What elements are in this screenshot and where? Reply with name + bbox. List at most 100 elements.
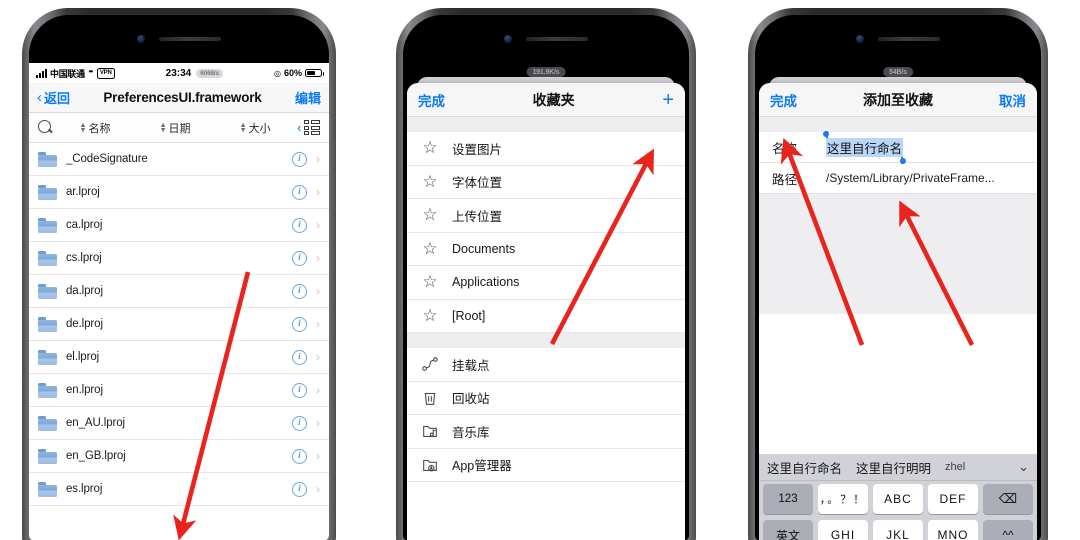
chevron-right-icon[interactable]: ›: [316, 416, 320, 430]
info-icon[interactable]: i: [292, 283, 307, 299]
keyboard-key-⌫[interactable]: ⌫: [983, 484, 1033, 514]
keyboard-key-，。？！[interactable]: ，。？！: [818, 484, 868, 514]
list-item[interactable]: ☆ 设置图片: [407, 132, 685, 166]
table-row[interactable]: da.lproj i ›: [29, 275, 329, 308]
keyboard-key-^^[interactable]: ^^: [983, 520, 1033, 540]
keyboard-rows[interactable]: 123，。？！ABCDEF⌫英文GHIJKLMNO^^拼音PQRSTUVWXYZ: [759, 481, 1037, 540]
info-icon[interactable]: i: [292, 349, 307, 365]
info-icon[interactable]: i: [292, 316, 307, 332]
list-item[interactable]: ☆ Documents: [407, 232, 685, 266]
list-item[interactable]: ☆ 字体位置: [407, 165, 685, 199]
view-mode-toggle[interactable]: ‹: [297, 120, 320, 135]
table-row[interactable]: el.lproj i ›: [29, 341, 329, 374]
chevron-right-icon[interactable]: ›: [316, 218, 320, 232]
info-icon[interactable]: i: [292, 415, 307, 431]
sort-arrows-icon: ▲ ▼: [159, 121, 167, 134]
favorites-list[interactable]: ☆ 设置图片 ☆ 字体位置 ☆ 上传位置 ☆ Documents ☆ Applications ☆ […: [407, 132, 685, 333]
candidate-item[interactable]: 这里自行明明: [856, 458, 931, 477]
phone-3-top-bezel: [755, 15, 1041, 63]
info-icon[interactable]: i: [292, 250, 307, 266]
back-button[interactable]: ‹ 返回: [37, 88, 70, 107]
chevron-left-icon: ‹: [37, 89, 42, 106]
keyboard-row: 123，。？！ ABC DEF ⌫: [759, 481, 1037, 517]
info-icon[interactable]: i: [292, 448, 307, 464]
back-button-label: 返回: [44, 91, 71, 106]
edit-button[interactable]: 编辑: [295, 88, 321, 107]
keyboard-key-JKL[interactable]: JKL: [873, 520, 923, 540]
list-item[interactable]: 回收站: [407, 381, 685, 415]
sort-by-size-button[interactable]: ▲ ▼ 大小: [217, 120, 293, 136]
phone-3-screen-area: 54B/s 完成 添加至收藏 取消 名称 这里自行命名 路径 /System/L…: [755, 15, 1041, 540]
music-folder-icon: [421, 422, 439, 440]
list-item[interactable]: ☆ 上传位置: [407, 199, 685, 233]
chevron-right-icon[interactable]: ›: [316, 152, 320, 166]
file-name-label: es.lproj: [66, 483, 103, 495]
chevron-right-icon[interactable]: ›: [316, 482, 320, 496]
info-icon[interactable]: i: [292, 184, 307, 200]
info-icon[interactable]: i: [292, 151, 307, 167]
selection-handle-start[interactable]: [823, 130, 829, 137]
info-icon[interactable]: i: [292, 481, 307, 497]
list-item[interactable]: ☆ [Root]: [407, 299, 685, 333]
path-field-row[interactable]: 路径 /System/Library/PrivateFrame...: [759, 163, 1037, 194]
list-item[interactable]: ☆ Applications: [407, 266, 685, 300]
chevron-right-icon[interactable]: ›: [316, 317, 320, 331]
section-gap: [407, 333, 685, 348]
file-name-label: ar.lproj: [66, 186, 100, 198]
list-item[interactable]: 音乐库: [407, 415, 685, 449]
battery-icon: [305, 68, 324, 78]
chevron-right-icon[interactable]: ›: [316, 284, 320, 298]
chevron-left-icon: ‹: [297, 120, 302, 135]
table-row[interactable]: ar.lproj i ›: [29, 176, 329, 209]
phone-2-screen-area: 191.9K/s 完成 收藏夹 + ☆ 设置图片 ☆ 字体位置 ☆ 上传位置 ☆ Docume…: [403, 15, 689, 540]
keyboard-key-ABC[interactable]: ABC: [873, 484, 923, 514]
file-name-label: de.lproj: [66, 318, 103, 330]
table-row[interactable]: de.lproj i ›: [29, 308, 329, 341]
system-shortcut-list[interactable]: 挂载点 回收站 音乐库 App管理器: [407, 348, 685, 482]
plus-icon[interactable]: +: [662, 90, 674, 110]
table-row[interactable]: es.lproj i ›: [29, 473, 329, 506]
table-row[interactable]: _CodeSignature i ›: [29, 143, 329, 176]
keyboard-key-DEF[interactable]: DEF: [928, 484, 978, 514]
chevron-right-icon[interactable]: ›: [316, 350, 320, 364]
candidate-bar[interactable]: 这里自行命名 这里自行明明 zhel ⌄: [759, 454, 1037, 481]
list-item[interactable]: 挂载点: [407, 348, 685, 382]
clock: 23:34: [165, 67, 192, 79]
trash-icon: [421, 389, 439, 407]
table-row[interactable]: ca.lproj i ›: [29, 209, 329, 242]
selection-handle-end[interactable]: [900, 157, 907, 164]
folder-icon: [38, 415, 57, 431]
chevron-right-icon[interactable]: ›: [316, 251, 320, 265]
keyboard-key-MNO[interactable]: MNO: [928, 520, 978, 540]
chevron-right-icon[interactable]: ›: [316, 185, 320, 199]
table-row[interactable]: en.lproj i ›: [29, 374, 329, 407]
table-row[interactable]: en_GB.lproj i ›: [29, 440, 329, 473]
keyboard-key-GHI[interactable]: GHI: [818, 520, 868, 540]
list-item[interactable]: App管理器: [407, 448, 685, 482]
search-icon[interactable]: [38, 120, 53, 135]
chevron-right-icon[interactable]: ›: [316, 383, 320, 397]
chevron-right-icon[interactable]: ›: [316, 449, 320, 463]
table-row[interactable]: cs.lproj i ›: [29, 242, 329, 275]
folder-icon: [38, 184, 57, 200]
phone-3-screen: 54B/s 完成 添加至收藏 取消 名称 这里自行命名 路径 /System/L…: [755, 63, 1041, 540]
info-icon[interactable]: i: [292, 382, 307, 398]
sort-by-date-button[interactable]: ▲ ▼ 日期: [137, 120, 213, 136]
candidate-item[interactable]: 这里自行命名: [767, 458, 842, 477]
info-icon[interactable]: i: [292, 217, 307, 233]
section-gap: [407, 117, 685, 132]
cancel-button[interactable]: 取消: [999, 90, 1026, 110]
chevron-down-icon[interactable]: ⌄: [1018, 459, 1029, 475]
table-row[interactable]: en_AU.lproj i ›: [29, 407, 329, 440]
done-button[interactable]: 完成: [770, 90, 797, 110]
keyboard-key-英文[interactable]: 英文: [763, 520, 813, 540]
done-button[interactable]: 完成: [418, 90, 445, 110]
network-speed-badge: 6068/s: [196, 68, 223, 78]
sheet-title: 添加至收藏: [863, 91, 933, 108]
name-input[interactable]: 这里自行命名: [823, 130, 907, 164]
name-field-row[interactable]: 名称 这里自行命名: [759, 130, 1037, 164]
file-list[interactable]: _CodeSignature i › ar.lproj i › ca.lproj i › cs.l…: [29, 143, 329, 506]
keyboard-key-123[interactable]: 123: [763, 484, 813, 514]
earpiece-speaker: [159, 37, 221, 41]
sort-by-name-button[interactable]: ▲ ▼ 名称: [57, 120, 133, 136]
